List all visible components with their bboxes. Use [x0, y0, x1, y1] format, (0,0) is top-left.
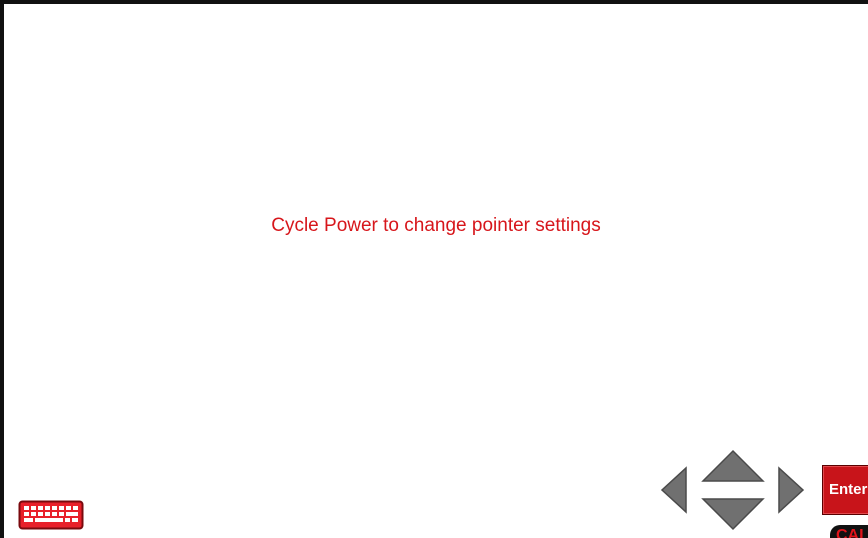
arrow-left-button[interactable] — [660, 466, 688, 514]
pointer-settings-screen: Cycle Power to change pointer settings E… — [0, 0, 868, 538]
arrow-down-button[interactable] — [701, 497, 765, 531]
cal-button[interactable]: CAL — [830, 525, 868, 538]
arrow-up-button[interactable] — [701, 449, 765, 483]
arrow-up-icon — [701, 449, 765, 482]
keyboard-button[interactable] — [18, 500, 84, 530]
arrow-down-icon — [701, 498, 765, 531]
arrow-left-icon — [660, 466, 687, 514]
cycle-power-message: Cycle Power to change pointer settings — [271, 215, 601, 236]
arrow-right-icon — [778, 466, 805, 514]
arrow-right-button[interactable] — [777, 466, 805, 514]
keyboard-icon — [18, 500, 84, 530]
enter-button[interactable]: Enter — [822, 465, 868, 515]
